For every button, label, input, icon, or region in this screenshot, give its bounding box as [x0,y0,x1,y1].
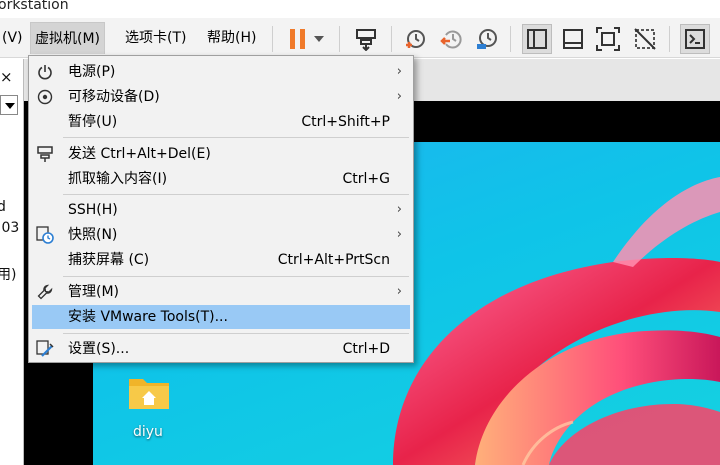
menu-item-snapshot[interactable]: 快照(N) › [32,223,410,247]
submenu-arrow-icon: › [396,64,402,79]
menu-item-label: 管理(M) [68,284,120,300]
menu-item-grab-input[interactable]: 抓取输入内容(I) Ctrl+G [32,167,410,191]
settings-icon [36,340,54,358]
menu-item-shortcut: Ctrl+Alt+PrtScn [277,252,390,268]
menu-item-label: 快照(N) [68,227,118,243]
menu-item-manage[interactable]: 管理(M) › [32,280,410,304]
folder-home-icon [129,379,169,409]
menubar: (V) 虚拟机(M) 选项卡(T) 帮助(H) [0,18,720,58]
submenu-arrow-icon: › [396,89,402,104]
thumbnail-bar-button[interactable] [558,24,588,54]
library-view-icon [527,29,547,49]
desktop-folder-diyu[interactable] [128,374,170,410]
menu-vm[interactable]: 虚拟机(M) [30,22,106,54]
library-text-fragment: .03 [0,220,20,236]
send-keys-icon [36,145,54,163]
toolbar-separator [391,26,392,52]
snapshot-icon [36,226,54,244]
console-icon [685,29,705,49]
menu-separator [63,276,409,277]
menu-separator [63,137,409,138]
send-ctrl-alt-del-button[interactable] [351,24,381,54]
menu-item-power[interactable]: 电源(P) › [32,60,410,84]
toolbar-separator [510,26,511,52]
unity-button[interactable] [630,24,660,54]
menu-view[interactable]: (V) [0,22,27,54]
toolbar-separator [272,26,273,52]
menu-item-label: 捕获屏幕 (C) [68,252,150,268]
wrench-icon [36,283,54,301]
menu-item-label: SSH(H) [68,202,118,218]
console-view-button[interactable] [680,24,710,54]
pause-icon [290,29,305,49]
menu-item-label: 抓取输入内容(I) [68,171,168,187]
submenu-arrow-icon: › [396,284,402,299]
menu-item-label: 可移动设备(D) [68,89,160,105]
thumbnail-bar-icon [563,29,583,49]
revert-snapshot-icon [440,30,462,49]
menu-item-send-ctrl-alt-del[interactable]: 发送 Ctrl+Alt+Del(E) [32,142,410,166]
unity-off-icon [634,28,656,50]
library-text-fragment: 用) [0,267,17,283]
chevron-down-icon [5,103,15,109]
menu-item-label: 电源(P) [68,64,116,80]
snapshot-manager-button[interactable] [472,24,502,54]
toolbar-separator [669,26,670,52]
menu-item-install-vmware-tools[interactable]: 安装 VMware Tools(T)... [32,305,410,329]
library-view-button[interactable] [522,24,552,54]
library-text-fragment: d [0,199,6,215]
fullscreen-button[interactable] [593,24,623,54]
menu-tabs[interactable]: 选项卡(T) [121,22,190,54]
menu-item-ssh[interactable]: SSH(H) › [32,198,410,222]
desktop-folder-label: diyu [133,424,163,440]
menu-item-shortcut: Ctrl+D [342,341,390,357]
pause-dropdown-button[interactable] [308,24,330,54]
library-search-dropdown[interactable] [0,95,18,115]
snapshot-icon [406,30,425,48]
menu-item-pause[interactable]: 暂停(U) Ctrl+Shift+P [32,110,410,134]
menu-item-label: 安装 VMware Tools(T)... [68,309,228,325]
dropdown-arrow-icon [314,36,324,42]
take-snapshot-button[interactable] [400,24,430,54]
menu-separator [63,194,409,195]
library-panel: × d .03 用) [0,59,24,465]
window-title: orkstation [0,0,69,13]
menu-help[interactable]: 帮助(H) [203,22,260,54]
submenu-arrow-icon: › [396,227,402,242]
send-ctrl-alt-del-icon [356,29,376,51]
fullscreen-icon [596,27,620,51]
manage-snapshots-icon [477,29,497,49]
menu-separator [63,333,409,334]
close-panel-button[interactable]: × [0,68,13,86]
toolbar-separator [339,26,340,52]
menu-item-removable-devices[interactable]: 可移动设备(D) › [32,85,410,109]
menu-item-shortcut: Ctrl+G [342,171,391,187]
submenu-arrow-icon: › [396,202,402,217]
revert-snapshot-button[interactable] [437,24,467,54]
menu-item-shortcut: Ctrl+Shift+P [301,114,390,130]
power-icon [36,63,54,81]
removable-device-icon [36,88,54,106]
menu-item-capture-screen[interactable]: 捕获屏幕 (C) Ctrl+Alt+PrtScn [32,248,410,272]
menu-item-label: 设置(S)... [68,341,130,357]
window-title-bar: orkstation [0,0,720,18]
vm-menu-dropdown: 电源(P) › 可移动设备(D) › 暂停(U) Ctrl+Shift+P 发送… [28,55,414,363]
menu-item-label: 暂停(U) [68,114,118,130]
menu-item-label: 发送 Ctrl+Alt+Del(E) [68,146,211,162]
menu-item-settings[interactable]: 设置(S)... Ctrl+D [32,337,410,361]
